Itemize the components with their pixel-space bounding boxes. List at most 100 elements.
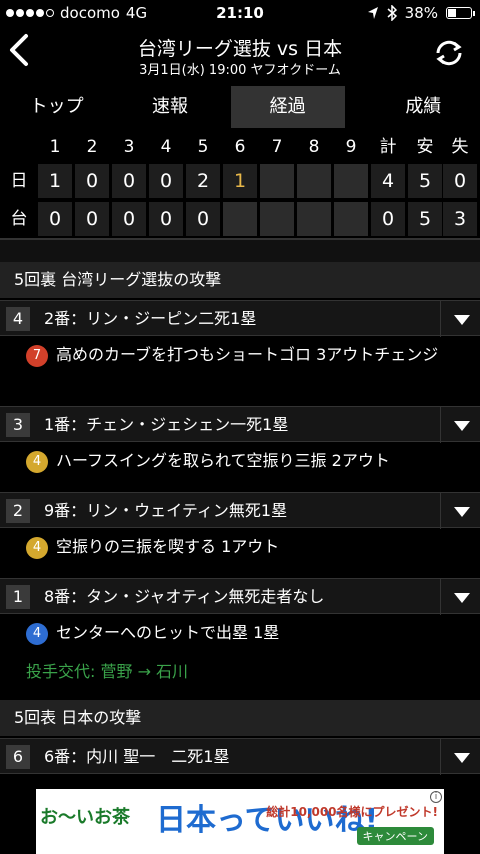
- score-cell: 0: [112, 164, 146, 198]
- score-cell: 2: [186, 164, 220, 198]
- inning-label: 安: [416, 137, 434, 157]
- expand-button[interactable]: [440, 301, 480, 337]
- tab-0[interactable]: トップ: [0, 86, 113, 128]
- play-result: 4 センターへのヒットで出塁 1塁: [0, 619, 480, 647]
- score-cell: 0: [371, 202, 405, 236]
- expand-button[interactable]: [440, 407, 480, 443]
- batter-order-badge: 1: [6, 585, 30, 609]
- game-subtitle: 3月1日(水) 19:00 ヤフオクドーム: [139, 63, 341, 78]
- status-bar: docomo 4G 21:10 38%: [0, 0, 480, 28]
- bluetooth-icon: [387, 5, 397, 21]
- status-right: 38%: [367, 4, 475, 22]
- score-cell: 5: [408, 164, 442, 198]
- inning-label: 3: [123, 137, 135, 157]
- pitcher-change-note: 投手交代: 菅野 → 石川: [26, 662, 189, 681]
- ad-promo-text: 総計10,000名様にプレゼント!: [266, 805, 438, 819]
- batter-row[interactable]: 4 2番：リン・ジーピン二死1塁: [0, 300, 480, 337]
- score-cell: 1: [38, 164, 72, 198]
- batter-order-badge: 6: [6, 745, 30, 769]
- tab-3[interactable]: 成績: [367, 86, 480, 128]
- tab-bar: トップ 速報 経過 成績: [0, 86, 480, 128]
- expand-button[interactable]: [440, 739, 480, 775]
- score-cell: 0: [149, 164, 183, 198]
- team-abbrev: 台: [10, 209, 28, 229]
- play-text: 高めのカーブを打つもショートゴロ 3アウトチェンジ: [56, 345, 439, 364]
- tab-2[interactable]: 経過: [230, 86, 345, 128]
- scoreboard-header-row: 1 2 3 4 5 6 7 8 9 計安失: [0, 134, 480, 160]
- batter-order-badge: 2: [6, 499, 30, 523]
- team-abbrev: 日: [10, 171, 28, 191]
- inning-label: 4: [160, 137, 172, 157]
- score-cell: 5: [408, 202, 442, 236]
- scoreboard-team-row: 台00000053: [0, 202, 480, 238]
- score-cell: [223, 202, 257, 236]
- chevron-down-icon: [454, 315, 470, 325]
- inning-label: 7: [271, 137, 283, 157]
- refresh-icon: [436, 40, 462, 66]
- ad-info-icon[interactable]: i: [430, 791, 442, 803]
- score-cell: 0: [75, 202, 109, 236]
- inning-header: 5回表 日本の攻撃: [0, 700, 480, 736]
- batter-label: 2番：リン・ジーピン二死1塁: [44, 309, 257, 328]
- score-cell: [260, 164, 294, 198]
- game-header: 台湾リーグ選抜 vs 日本 3月1日(水) 19:00 ヤフオクドーム: [0, 28, 480, 80]
- score-cell: [297, 202, 331, 236]
- batter-label: 1番：チェン・ジェシェン一死1塁: [44, 415, 289, 434]
- inning-label: 計: [379, 137, 397, 157]
- score-cell: 0: [443, 164, 477, 198]
- batter-row[interactable]: 6 6番：内川 聖一 二死1塁: [0, 738, 480, 775]
- score-cell: 0: [149, 202, 183, 236]
- score-cell: [297, 164, 331, 198]
- tab-1[interactable]: 速報: [113, 86, 226, 128]
- score-cell: 0: [112, 202, 146, 236]
- expand-button[interactable]: [440, 579, 480, 615]
- batter-order-badge: 3: [6, 413, 30, 437]
- ad-campaign-label: キャンペーン: [356, 827, 434, 845]
- back-button[interactable]: [6, 32, 42, 76]
- inning-label: 9: [345, 137, 357, 157]
- ad-banner[interactable]: お〜いお茶 日本っていいね! 総計10,000名様にプレゼント! キャンペーン …: [36, 789, 444, 854]
- pitch-count-badge: 7: [26, 345, 48, 367]
- score-cell: 3: [443, 202, 477, 236]
- score-cell: [260, 202, 294, 236]
- batter-row[interactable]: 2 9番：リン・ウェイティン無死1塁: [0, 492, 480, 529]
- section-divider: [0, 238, 480, 262]
- play-by-play-list[interactable]: 5回裏 台湾リーグ選抜の攻撃 4 2番：リン・ジーピン二死1塁 7 高めのカーブを打つも…: [0, 262, 480, 788]
- pitch-count-badge: 4: [26, 451, 48, 473]
- inning-label: 6: [234, 137, 246, 157]
- pitch-count-badge: 4: [26, 537, 48, 559]
- score-cell: 0: [38, 202, 72, 236]
- inning-label: 5: [197, 137, 209, 157]
- chevron-down-icon: [454, 507, 470, 517]
- batter-row[interactable]: 3 1番：チェン・ジェシェン一死1塁: [0, 406, 480, 443]
- play-text: 空振りの三振を喫する 1アウト: [56, 537, 280, 556]
- expand-button[interactable]: [440, 493, 480, 529]
- score-cell: [334, 202, 368, 236]
- scoreboard-team-row: 日100021450: [0, 164, 480, 200]
- score-cell: 0: [186, 202, 220, 236]
- batter-label: 9番：リン・ウェイティン無死1塁: [44, 501, 288, 520]
- play-result: 4 空振りの三振を喫する 1アウト: [0, 533, 480, 561]
- pitch-count-badge: 4: [26, 623, 48, 645]
- inning-label: 1: [49, 137, 61, 157]
- play-result: 4 ハーフスイングを取られて空振り三振 2アウト: [0, 447, 480, 475]
- ad-brand-text: お〜いお茶: [40, 807, 130, 828]
- chevron-down-icon: [454, 421, 470, 431]
- chevron-down-icon: [454, 753, 470, 763]
- batter-label: 6番：内川 聖一 二死1塁: [44, 747, 230, 766]
- batter-row[interactable]: 1 8番：タン・ジャオティン無死走者なし: [0, 578, 480, 615]
- game-title: 台湾リーグ選抜 vs 日本: [137, 38, 343, 60]
- inning-label: 失: [451, 137, 469, 157]
- inning-header: 5回裏 台湾リーグ選抜の攻撃: [0, 262, 480, 298]
- inning-label: 8: [308, 137, 320, 157]
- score-cell: 0: [75, 164, 109, 198]
- batter-order-badge: 4: [6, 307, 30, 331]
- battery-percent: 38%: [404, 4, 438, 22]
- refresh-button[interactable]: [432, 36, 466, 70]
- play-text: センターへのヒットで出塁 1塁: [56, 623, 280, 642]
- inning-label: 2: [86, 137, 98, 157]
- chevron-left-icon: [10, 34, 28, 66]
- location-icon: [367, 7, 378, 19]
- play-text: ハーフスイングを取られて空振り三振 2アウト: [56, 451, 390, 470]
- battery-icon: [446, 7, 475, 19]
